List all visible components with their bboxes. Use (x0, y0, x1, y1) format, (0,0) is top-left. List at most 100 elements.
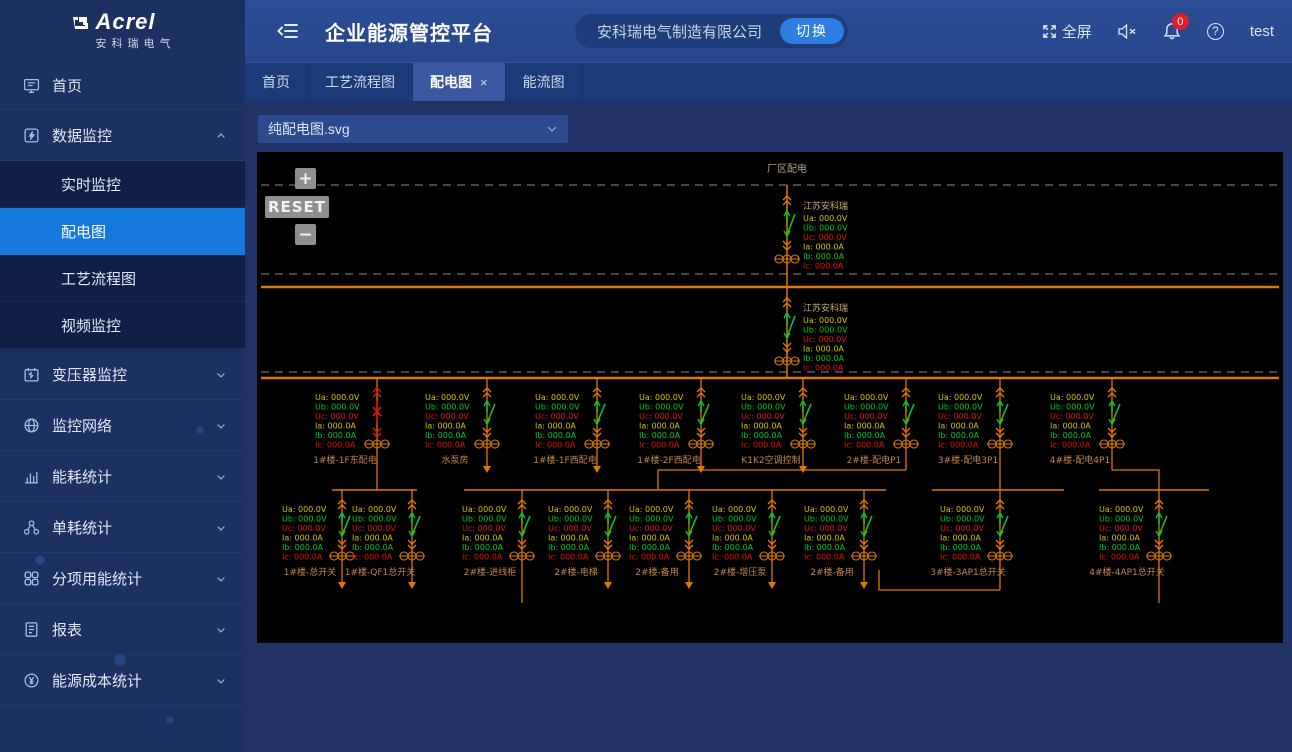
sidebar-item-label: 能耗统计 (52, 466, 112, 487)
mute-icon[interactable] (1118, 24, 1137, 39)
sidebar-item-12[interactable]: 能源成本统计 (0, 655, 245, 706)
zoom-out-button[interactable]: − (295, 224, 316, 245)
sidebar-item-7[interactable]: 监控网络 (0, 400, 245, 451)
svg-text:Ub: 000.0V: Ub: 000.0V (1099, 515, 1144, 524)
sidebar-item-9[interactable]: 单耗统计 (0, 502, 245, 553)
svg-text:Ic: 000.0A: Ic: 000.0A (844, 441, 885, 450)
app-window: Acrel 安科瑞电气 首页数据监控实时监控配电图工艺流程图视频监控变压器监控监… (0, 0, 1292, 752)
company-name: 安科瑞电气制造有限公司 (597, 21, 762, 42)
svg-text:江苏安科瑞: 江苏安科瑞 (803, 200, 848, 212)
svg-text:Ua: 000.0V: Ua: 000.0V (803, 214, 848, 223)
svg-text:Ia: 000.0A: Ia: 000.0A (938, 422, 979, 431)
svg-text:Ic: 000.0A: Ic: 000.0A (535, 441, 576, 450)
svg-text:2#楼-备用: 2#楼-备用 (810, 566, 854, 578)
diagram-file-select[interactable]: 纯配电图.svg (258, 115, 568, 143)
sidebar-item-5[interactable]: 视频监控 (0, 302, 245, 349)
svg-text:Ib: 000.0A: Ib: 000.0A (535, 431, 577, 440)
tab-3[interactable]: 能流图 (506, 63, 583, 101)
page-title: 企业能源管控平台 (325, 17, 493, 46)
svg-text:Ib: 000.0A: Ib: 000.0A (629, 543, 671, 552)
fullscreen-button[interactable]: 全屏 (1042, 21, 1092, 42)
svg-text:Uc: 000.0V: Uc: 000.0V (315, 412, 359, 421)
sidebar-item-11[interactable]: 报表 (0, 604, 245, 655)
svg-text:Uc: 000.0V: Uc: 000.0V (352, 524, 396, 533)
svg-text:Ua: 000.0V: Ua: 000.0V (462, 505, 507, 514)
zoom-reset-button[interactable]: RESET (265, 196, 329, 218)
svg-text:1#楼-QF1总开关: 1#楼-QF1总开关 (345, 566, 416, 578)
sidebar-item-label: 数据监控 (52, 125, 112, 146)
svg-text:1#楼-1F西配电: 1#楼-1F西配电 (533, 454, 596, 466)
username[interactable]: test (1250, 23, 1274, 40)
chevron-down-icon (215, 470, 227, 482)
home-icon (22, 77, 40, 95)
sidebar-item-2[interactable]: 实时监控 (0, 161, 245, 208)
svg-text:2#楼-备用: 2#楼-备用 (635, 566, 679, 578)
tab-0[interactable]: 首页 (245, 63, 308, 101)
svg-text:Ub: 000.0V: Ub: 000.0V (282, 515, 327, 524)
chevron-down-icon (215, 572, 227, 584)
svg-text:Uc: 000.0V: Uc: 000.0V (535, 412, 579, 421)
svg-text:Ia: 000.0A: Ia: 000.0A (462, 534, 503, 543)
sidebar-item-1[interactable]: 数据监控 (0, 110, 245, 161)
notifications-button[interactable]: 0 (1163, 22, 1181, 40)
tab-label: 工艺流程图 (325, 72, 395, 92)
sidebar-item-8[interactable]: 能耗统计 (0, 451, 245, 502)
svg-text:Ic: 000.0A: Ic: 000.0A (352, 553, 393, 562)
svg-text:Ib: 000.0A: Ib: 000.0A (712, 543, 754, 552)
svg-text:Uc: 000.0V: Uc: 000.0V (844, 412, 888, 421)
svg-text:Ua: 000.0V: Ua: 000.0V (629, 505, 674, 514)
svg-text:Ic: 000.0A: Ic: 000.0A (548, 553, 589, 562)
sidebar-item-label: 单耗统计 (52, 517, 112, 538)
sidebar-item-4[interactable]: 工艺流程图 (0, 255, 245, 302)
svg-text:Uc: 000.0V: Uc: 000.0V (548, 524, 592, 533)
tab-2[interactable]: 配电图× (413, 63, 506, 101)
svg-text:Ia: 000.0A: Ia: 000.0A (804, 534, 845, 543)
single-line-diagram: 厂区配电江苏安科瑞Ua: 000.0VUb: 000.0VUc: 000.0VI… (257, 152, 1283, 643)
svg-text:Ua: 000.0V: Ua: 000.0V (1099, 505, 1144, 514)
svg-text:Uc: 000.0V: Uc: 000.0V (425, 412, 469, 421)
svg-text:Ub: 000.0V: Ub: 000.0V (844, 403, 889, 412)
sidebar-nav: 首页数据监控实时监控配电图工艺流程图视频监控变压器监控监控网络能耗统计单耗统计分… (0, 62, 245, 706)
sidebar-item-6[interactable]: 变压器监控 (0, 349, 245, 400)
svg-text:K1K2空调控制: K1K2空调控制 (741, 454, 800, 466)
tab-close-icon[interactable]: × (480, 75, 488, 90)
svg-text:Ua: 000.0V: Ua: 000.0V (315, 393, 360, 402)
chevron-down-icon (215, 368, 227, 380)
svg-text:Ia: 000.0A: Ia: 000.0A (803, 345, 844, 354)
diagram-canvas[interactable]: + RESET − 厂区配电江苏安科瑞Ua: 000.0VUb: 000.0VU… (257, 152, 1283, 643)
svg-text:Ua: 000.0V: Ua: 000.0V (741, 393, 786, 402)
svg-text:Ib: 000.0A: Ib: 000.0A (639, 431, 681, 440)
svg-text:Ic: 000.0A: Ic: 000.0A (1099, 553, 1140, 562)
sidebar-item-label: 首页 (52, 75, 82, 96)
collapse-menu-icon[interactable] (277, 22, 299, 40)
svg-text:Ia: 000.0A: Ia: 000.0A (352, 534, 393, 543)
svg-text:Uc: 000.0V: Uc: 000.0V (629, 524, 673, 533)
svg-text:Ub: 000.0V: Ub: 000.0V (548, 515, 593, 524)
help-icon[interactable]: ? (1207, 23, 1224, 40)
svg-text:Ua: 000.0V: Ua: 000.0V (804, 505, 849, 514)
svg-text:4#楼-4AP1总开关: 4#楼-4AP1总开关 (1089, 566, 1165, 578)
svg-text:Ia: 000.0A: Ia: 000.0A (535, 422, 576, 431)
svg-text:1#楼-总开关: 1#楼-总开关 (284, 566, 337, 578)
svg-text:Ib: 000.0A: Ib: 000.0A (741, 431, 783, 440)
svg-text:Ia: 000.0A: Ia: 000.0A (940, 534, 981, 543)
sidebar-item-10[interactable]: 分项用能统计 (0, 553, 245, 604)
svg-text:Ub: 000.0V: Ub: 000.0V (315, 403, 360, 412)
sidebar-item-3[interactable]: 配电图 (0, 208, 245, 255)
svg-text:Ia: 000.0A: Ia: 000.0A (844, 422, 885, 431)
svg-text:Ua: 000.0V: Ua: 000.0V (712, 505, 757, 514)
svg-text:Ic: 000.0A: Ic: 000.0A (940, 553, 981, 562)
zoom-in-button[interactable]: + (295, 168, 316, 189)
svg-text:Uc: 000.0V: Uc: 000.0V (940, 524, 984, 533)
switch-company-button[interactable]: 切换 (780, 18, 844, 44)
svg-text:厂区配电: 厂区配电 (767, 162, 807, 175)
svg-text:水泵房: 水泵房 (441, 454, 468, 466)
svg-text:Ic: 000.0A: Ic: 000.0A (804, 553, 845, 562)
svg-text:Ic: 000.0A: Ic: 000.0A (425, 441, 466, 450)
tab-1[interactable]: 工艺流程图 (308, 63, 413, 101)
unit-stat-icon (22, 518, 40, 536)
svg-text:Ub: 000.0V: Ub: 000.0V (462, 515, 507, 524)
sidebar-item-0[interactable]: 首页 (0, 62, 245, 110)
sidebar-item-label: 分项用能统计 (52, 568, 142, 589)
svg-text:Ib: 000.0A: Ib: 000.0A (938, 431, 980, 440)
